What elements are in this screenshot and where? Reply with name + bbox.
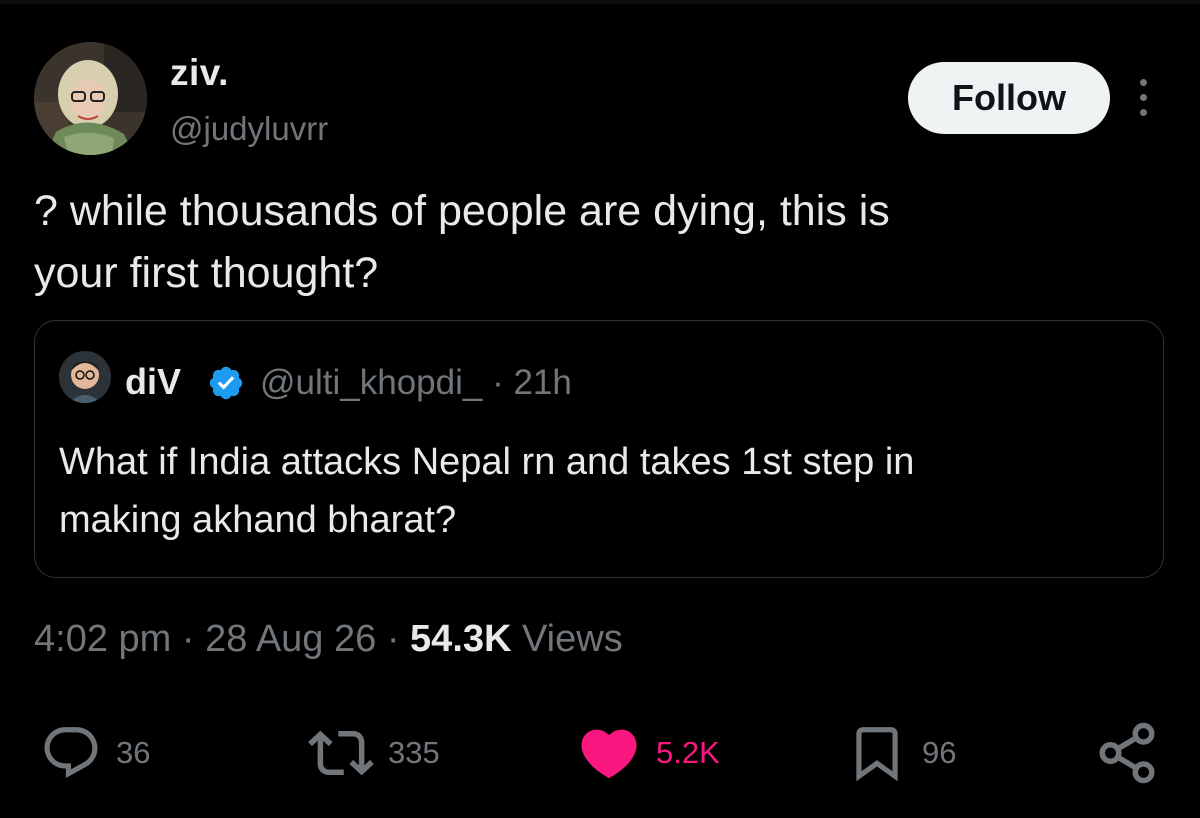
bookmark-icon xyxy=(856,727,898,782)
quoted-tweet-text: What if India attacks Nepal rn and takes… xyxy=(59,433,1139,549)
views-label[interactable]: Views xyxy=(522,618,623,660)
tweet-text-line: your first thought? xyxy=(34,249,379,297)
avatar-image xyxy=(34,42,147,155)
meta-separator: · xyxy=(181,618,195,660)
share-button[interactable] xyxy=(1094,720,1160,786)
tweet-meta: 4:02 pm · 28 Aug 26 · 54.3K Views xyxy=(34,618,623,661)
follow-button[interactable]: Follow xyxy=(908,62,1110,134)
share-icon xyxy=(1099,722,1155,784)
quoted-avatar-image xyxy=(59,351,111,403)
heart-filled-icon xyxy=(581,729,637,779)
meta-separator: · xyxy=(386,618,400,660)
tweet-date[interactable]: 28 Aug 26 xyxy=(205,618,376,660)
bookmark-button[interactable]: 96 xyxy=(846,720,956,786)
author-handle[interactable]: @judyluvrr xyxy=(170,110,328,148)
more-options-icon[interactable] xyxy=(1125,72,1161,122)
retweet-icon xyxy=(308,730,374,776)
quoted-text-line: making akhand bharat? xyxy=(59,499,457,541)
author-display-name[interactable]: ziv. xyxy=(170,52,229,94)
reply-count: 36 xyxy=(116,735,151,770)
reply-button[interactable]: 36 xyxy=(40,720,150,786)
retweet-count: 335 xyxy=(388,735,440,770)
quoted-handle-time: @ulti_khopdi_ · 21h xyxy=(260,363,572,402)
views-count[interactable]: 54.3K xyxy=(410,618,511,660)
like-count: 5.2K xyxy=(656,735,720,770)
bookmark-count: 96 xyxy=(922,735,957,770)
reply-icon xyxy=(44,727,98,779)
tweet-text-line: ? while thousands of people are dying, t… xyxy=(34,187,890,235)
quoted-author-display-name: diV xyxy=(125,361,182,402)
tweet-time[interactable]: 4:02 pm xyxy=(34,618,171,660)
quoted-tweet-card[interactable]: diV @ulti_khopdi_ · 21h What if India at… xyxy=(34,320,1164,578)
author-avatar[interactable] xyxy=(34,42,147,155)
quoted-text-line: What if India attacks Nepal rn and takes… xyxy=(59,441,915,483)
retweet-button[interactable]: 335 xyxy=(308,720,440,786)
like-button[interactable]: 5.2K xyxy=(576,720,720,786)
tweet-text: ? while thousands of people are dying, t… xyxy=(34,180,1154,304)
verified-badge-icon xyxy=(209,366,243,400)
top-divider xyxy=(0,0,1200,4)
quoted-author-avatar xyxy=(59,351,111,403)
